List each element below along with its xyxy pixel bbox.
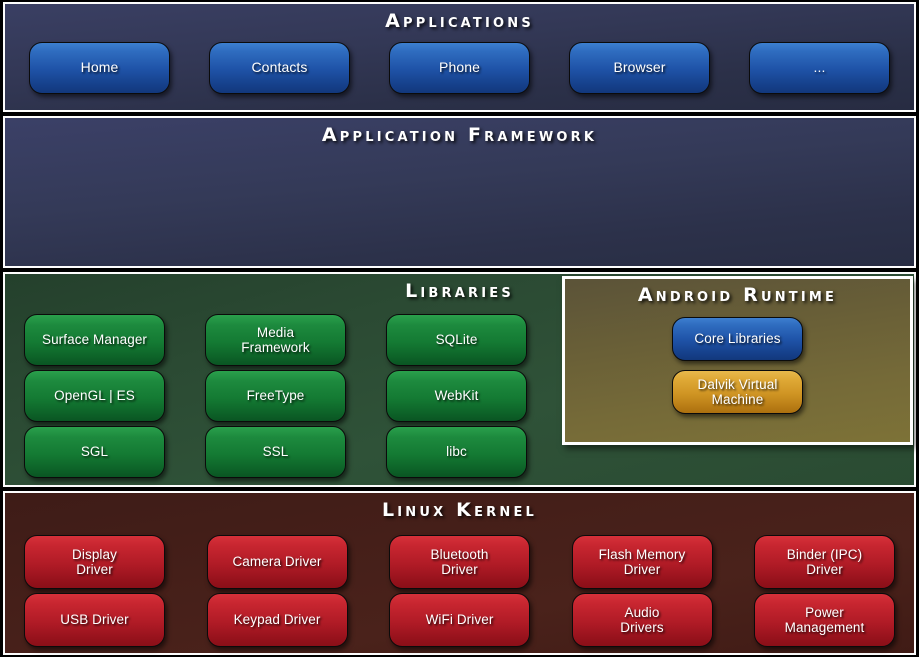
node-usb-driver[interactable]: USB Driver bbox=[24, 593, 165, 647]
node-keypad-driver[interactable]: Keypad Driver bbox=[206, 593, 348, 647]
layer-title-applications: Applications bbox=[385, 10, 534, 32]
layer-title-android-runtime: Android Runtime bbox=[637, 284, 838, 306]
node-display-driver[interactable]: Display Driver bbox=[24, 535, 165, 589]
node-webkit[interactable]: WebKit bbox=[386, 370, 527, 422]
layer-title-linux-kernel: Linux Kernel bbox=[381, 499, 538, 521]
node-view-system[interactable]: ViewSystem bbox=[567, 267, 711, 268]
node-contacts[interactable]: Contacts bbox=[209, 42, 350, 94]
node-core-libraries[interactable]: Core Libraries bbox=[672, 317, 803, 361]
node-dalvik-virtual-machine[interactable]: Dalvik Virtual Machine bbox=[672, 370, 803, 414]
node-wifi-driver[interactable]: WiFi Driver bbox=[389, 593, 530, 647]
node-ssl[interactable]: SSL bbox=[205, 426, 346, 478]
node-browser[interactable]: Browser bbox=[569, 42, 710, 94]
kernel-row-2: USB Driver Keypad Driver WiFi Driver Aud… bbox=[0, 593, 919, 647]
node-camera-driver[interactable]: Camera Driver bbox=[206, 535, 348, 589]
android-runtime-nodes: Core Libraries Dalvik Virtual Machine bbox=[565, 317, 910, 414]
node-sgl[interactable]: SGL bbox=[24, 426, 165, 478]
node-bluetooth-driver[interactable]: Bluetooth Driver bbox=[389, 535, 530, 589]
node-binder-ipc-driver[interactable]: Binder (IPC) Driver bbox=[754, 535, 895, 589]
layer-application-framework: Application Framework Activity Manager W… bbox=[3, 116, 916, 268]
node-libc[interactable]: libc bbox=[386, 426, 527, 478]
node-content-providers[interactable]: ContentProviders bbox=[388, 267, 532, 268]
node-activity-manager[interactable]: Activity Manager bbox=[29, 267, 173, 268]
node-more-ellipsis[interactable]: ... bbox=[749, 42, 890, 94]
kernel-row-1: Display Driver Camera Driver Bluetooth Dri… bbox=[0, 535, 919, 589]
layer-title-application-framework: Application Framework bbox=[321, 124, 598, 146]
node-notification-manager[interactable]: NotificationManager bbox=[746, 267, 890, 268]
node-opengl-es[interactable]: OpenGL | ES bbox=[24, 370, 165, 422]
applications-row-1: Home Contacts Phone Browser ... bbox=[5, 42, 914, 94]
node-power-management[interactable]: Power Management bbox=[754, 593, 895, 647]
panel-android-runtime: Android Runtime Core Libraries Dalvik Vi… bbox=[562, 276, 913, 445]
node-phone[interactable]: Phone bbox=[389, 42, 530, 94]
node-window-manager[interactable]: WindowManager bbox=[208, 267, 352, 268]
node-media-framework[interactable]: Media Framework bbox=[205, 314, 346, 366]
framework-row-1: Activity Manager WindowManager ContentPr… bbox=[5, 267, 914, 268]
node-sqlite[interactable]: SQLite bbox=[386, 314, 527, 366]
node-surface-manager[interactable]: Surface Manager bbox=[24, 314, 165, 366]
layer-applications: Applications Home Contacts Phone Browser… bbox=[3, 2, 916, 112]
node-audio-drivers[interactable]: Audio Drivers bbox=[571, 593, 713, 647]
node-home[interactable]: Home bbox=[29, 42, 170, 94]
node-freetype[interactable]: FreeType bbox=[205, 370, 346, 422]
node-flash-memory-driver[interactable]: Flash Memory Driver bbox=[571, 535, 713, 589]
android-architecture-diagram: Applications Home Contacts Phone Browser… bbox=[0, 0, 919, 657]
